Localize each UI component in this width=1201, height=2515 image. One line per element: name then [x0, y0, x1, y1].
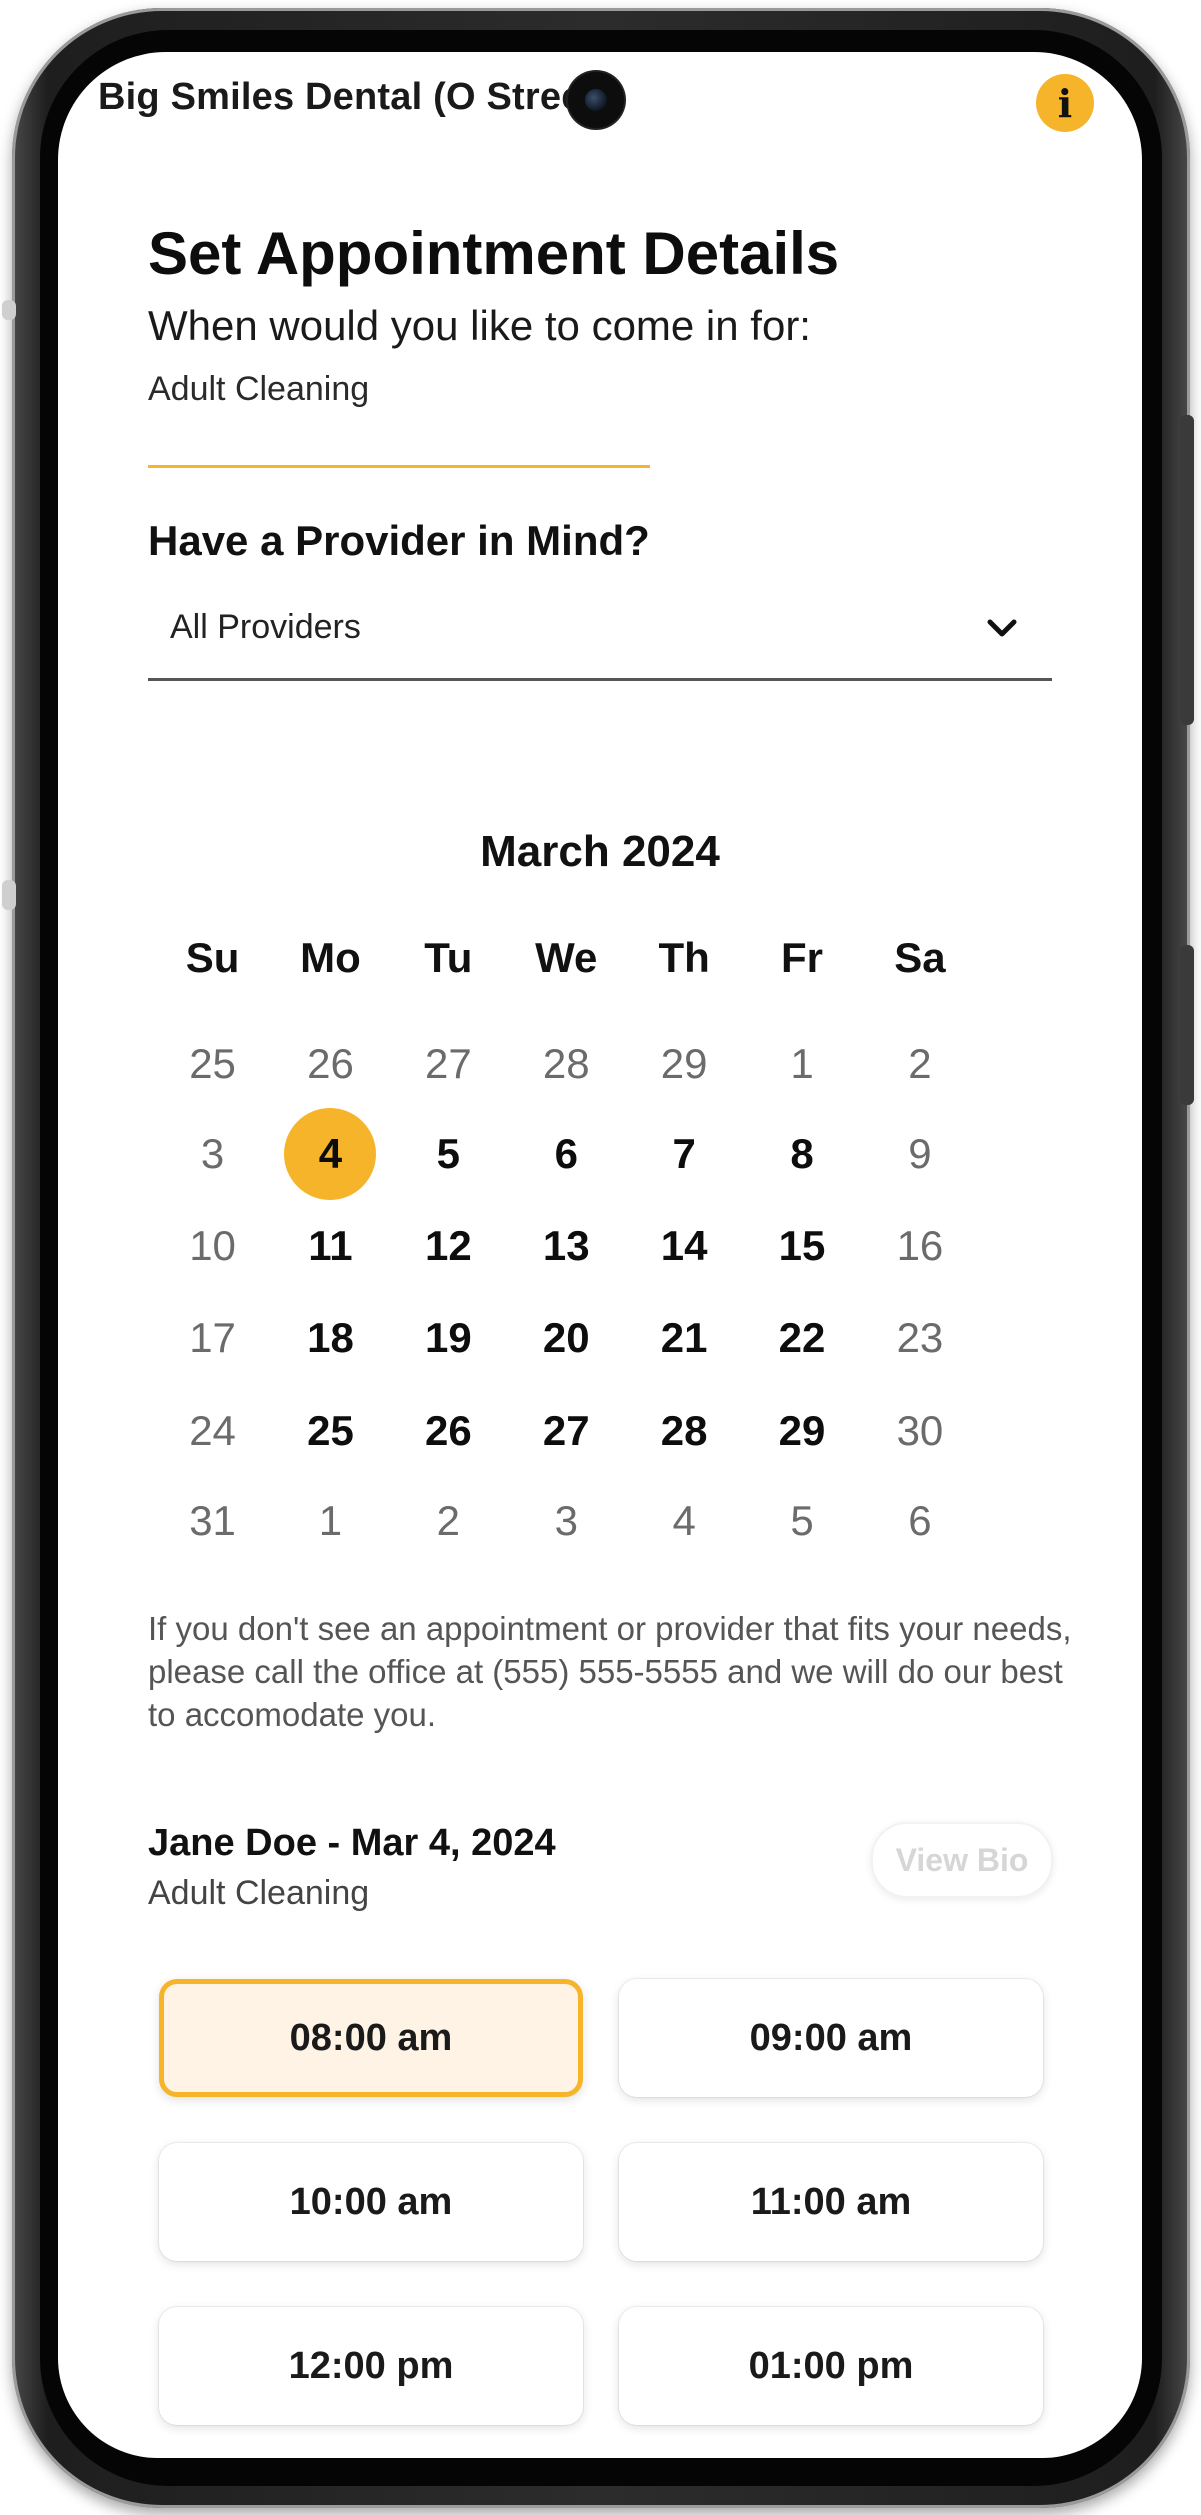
calendar-day: 10 [189, 1221, 236, 1269]
calendar-day: 6 [908, 1497, 932, 1545]
calendar-day: 2 [436, 1497, 461, 1545]
time-slot[interactable]: 09:00 am [619, 1979, 1043, 2097]
calendar-day[interactable]: 6 [520, 1108, 612, 1200]
calendar-day: 31 [189, 1497, 236, 1545]
calendar-day: 1 [318, 1497, 343, 1545]
calendar-day[interactable]: 29 [756, 1385, 848, 1477]
weekday-label: Tu [424, 934, 473, 981]
weekday-label: Mo [300, 934, 361, 981]
calendar-day[interactable]: 7 [638, 1108, 730, 1200]
calendar-day[interactable]: 12 [402, 1200, 494, 1292]
provider-heading: Have a Provider in Mind? [148, 517, 650, 564]
calendar-day: 2 [908, 1039, 932, 1087]
calendar-day[interactable]: 11 [284, 1200, 376, 1292]
practice-name: Big Smiles Dental (O Street) [98, 76, 609, 118]
left-edge-mark [2, 300, 16, 320]
volume-button [1180, 945, 1194, 1105]
front-camera [568, 72, 624, 128]
calendar-day: 27 [425, 1039, 472, 1087]
calendar-day[interactable]: 26 [402, 1385, 494, 1477]
calendar-day: 9 [908, 1129, 932, 1177]
slot-service: Adult Cleaning [148, 1874, 370, 1912]
slot-provider-date: Jane Doe - Mar 4, 2024 [148, 1822, 556, 1864]
calendar-day[interactable]: 27 [520, 1385, 612, 1477]
contact-notice: If you don't see an appointment or provi… [148, 1610, 1072, 1733]
calendar-day[interactable]: 21 [638, 1292, 730, 1384]
calendar-day[interactable]: 25 [284, 1385, 376, 1477]
time-slot[interactable]: 01:00 pm [619, 2307, 1043, 2425]
weekday-label: We [535, 934, 598, 981]
calendar-day[interactable]: 15 [756, 1200, 848, 1292]
calendar-day[interactable]: 18 [284, 1292, 376, 1384]
calendar-day[interactable]: 19 [402, 1292, 494, 1384]
weekday-label: Sa [894, 934, 946, 981]
calendar-day: 24 [189, 1407, 236, 1454]
time-slot[interactable]: 12:00 pm [159, 2307, 583, 2425]
calendar-day-selected[interactable]: 4 [284, 1107, 377, 1200]
calendar-day[interactable]: 13 [520, 1200, 612, 1292]
calendar-day: 4 [672, 1497, 696, 1545]
page-title: Set Appointment Details [148, 220, 840, 287]
calendar-day: 23 [896, 1313, 944, 1361]
calendar-day[interactable]: 22 [756, 1292, 848, 1384]
calendar-day: 1 [790, 1039, 814, 1087]
calendar-day: 17 [189, 1313, 236, 1361]
calendar-day[interactable]: 14 [638, 1200, 730, 1292]
page-subtitle: When would you like to come in for: [148, 302, 811, 349]
provider-select-value: All Providers [170, 608, 361, 646]
calendar-day[interactable]: 28 [638, 1385, 730, 1477]
calendar-day: 26 [307, 1039, 354, 1087]
time-slot-selected[interactable]: 08:00 am [159, 1979, 583, 2097]
calendar-day[interactable]: 8 [756, 1108, 848, 1200]
chevron-down-icon [987, 619, 1017, 637]
calendar-day: 28 [542, 1039, 590, 1087]
selected-service: Adult Cleaning [148, 370, 370, 408]
calendar-day: 5 [790, 1497, 814, 1545]
time-slot[interactable]: 10:00 am [159, 2143, 583, 2261]
section-divider [148, 465, 650, 468]
provider-select[interactable]: All Providers [148, 600, 1052, 681]
weekday-label: Th [658, 934, 710, 981]
calendar-day: 3 [554, 1497, 578, 1545]
weekday-label: Fr [781, 934, 824, 981]
weekday-label: Su [185, 934, 240, 981]
calendar-day: 3 [200, 1129, 225, 1177]
calendar-day[interactable]: 20 [520, 1292, 612, 1384]
view-bio-button[interactable]: View Bio [871, 1822, 1053, 1898]
calendar-month-label: March 2024 [480, 827, 720, 876]
power-button [1180, 415, 1194, 725]
calendar-day: 30 [896, 1407, 944, 1454]
calendar-day: 16 [896, 1221, 944, 1269]
calendar-day: 29 [660, 1039, 708, 1087]
time-slot[interactable]: 11:00 am [619, 2143, 1043, 2261]
calendar-day: 25 [189, 1039, 236, 1087]
info-icon[interactable]: i [1036, 74, 1094, 132]
calendar-day[interactable]: 5 [402, 1108, 494, 1200]
left-edge-mark [2, 880, 16, 910]
app-screen: Big Smiles Dental (O Street) i Set Appoi… [58, 52, 1142, 2458]
